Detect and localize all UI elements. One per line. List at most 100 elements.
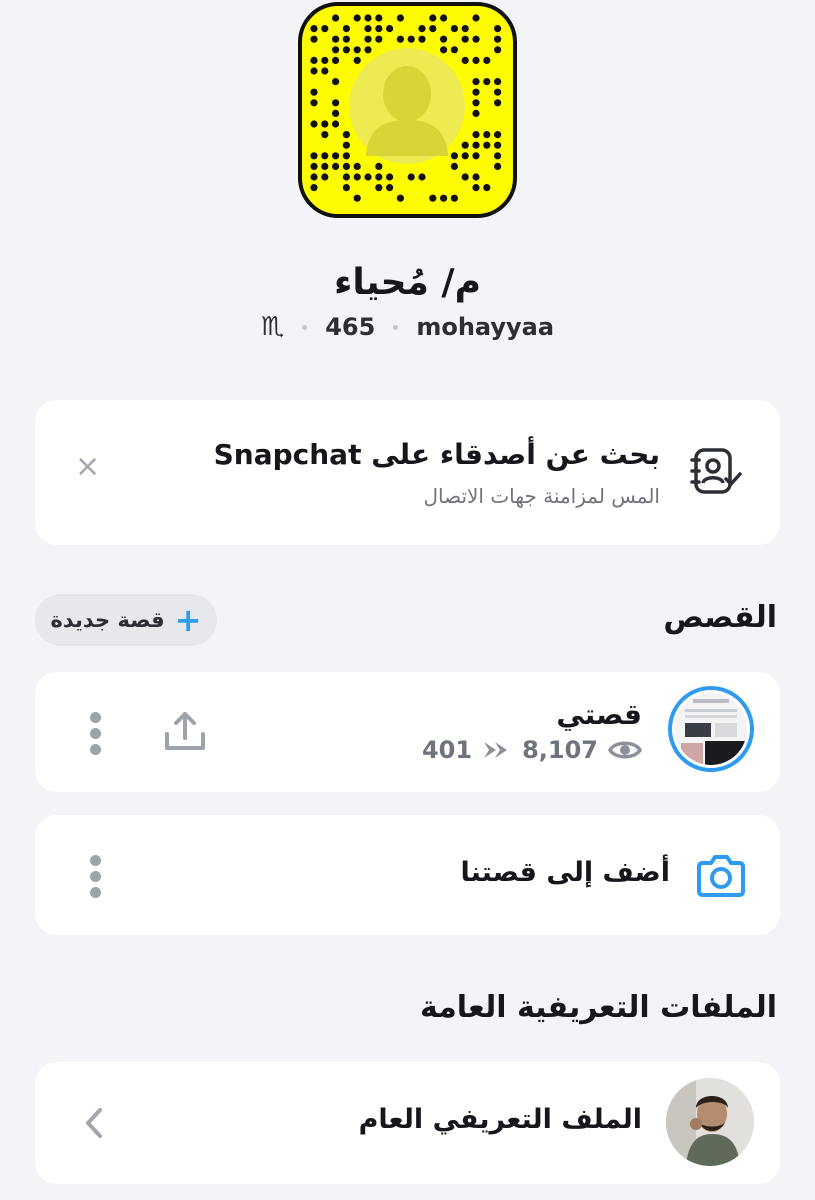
screenshot-arrows-icon (484, 742, 508, 758)
snapcode-dot (494, 35, 502, 43)
plus-icon: + (174, 601, 202, 639)
snapcode-dot (342, 25, 350, 33)
snapcode-dot (472, 184, 480, 192)
new-story-button[interactable]: + قصة جديدة (35, 594, 217, 646)
snapcode-dot (429, 25, 437, 33)
snapcode-dot (494, 162, 502, 170)
snapcode[interactable] (298, 2, 517, 218)
snapcode-dot (483, 184, 491, 192)
snapcode-dot (321, 152, 329, 160)
snapcode-dot (494, 78, 502, 86)
snapcode-dot (450, 152, 458, 160)
snapcode-dot (332, 152, 340, 160)
snapcode-dot (386, 173, 394, 181)
story-stats: 401 8,107 (422, 736, 642, 764)
screenshot-count: 401 (421, 736, 473, 764)
new-story-label: قصة جديدة (50, 608, 165, 632)
snapcode-dot (332, 56, 340, 64)
snapcode-dot (342, 46, 350, 54)
snapcode-dot (310, 67, 318, 75)
my-story-card[interactable]: قصتي 401 8,107 (35, 672, 780, 792)
snapcode-dot (353, 46, 361, 54)
snapcode-dot (310, 88, 318, 96)
snapcode-dot (321, 25, 329, 33)
story-thumbnail-image (675, 693, 747, 765)
snapcode-dot (472, 14, 480, 22)
story-thumbnail[interactable] (668, 686, 754, 772)
snapcode-dot (353, 162, 361, 170)
snapcode-dot (332, 46, 340, 54)
snapcode-dot (472, 131, 480, 139)
snapcode-dot (332, 35, 340, 43)
snapcode-dot (440, 194, 448, 202)
snapcode-dot (450, 162, 458, 170)
snapcode-dot (353, 56, 361, 64)
snapcode-dot (342, 184, 350, 192)
snapcode-dot (396, 14, 404, 22)
snapcode-dot (494, 131, 502, 139)
our-story-more-icon[interactable] (90, 855, 104, 903)
snapcode-dot (461, 152, 469, 160)
snapcode-dot (472, 152, 480, 160)
snapcode-dot (461, 25, 469, 33)
snapcode-dot (472, 35, 480, 43)
snapcode-dot (483, 78, 491, 86)
username[interactable]: mohayyaa (416, 313, 554, 341)
snapcode-dot (461, 173, 469, 181)
snapcode-dot (332, 99, 340, 107)
find-friends-card[interactable]: بحث عن أصدقاء على Snapchat المس لمزامنة … (35, 400, 780, 545)
snapcode-dot (494, 99, 502, 107)
separator-dot (393, 324, 399, 330)
snapcode-dot (461, 35, 469, 43)
snapcode-dot (321, 120, 329, 128)
snapcode-dot (353, 194, 361, 202)
snapcode-dot (321, 173, 329, 181)
snapcode-dot (494, 46, 502, 54)
snapcode-dot (418, 35, 426, 43)
zodiac-icon: ♏ (260, 312, 285, 342)
snapcode-dot (472, 56, 480, 64)
snapcode-dot (321, 56, 329, 64)
my-story-more-icon[interactable] (90, 712, 104, 760)
snapcode-dot (418, 173, 426, 181)
snapcode-dot (310, 152, 318, 160)
snapcode-dot (342, 173, 350, 181)
snap-score[interactable]: 465 (325, 313, 375, 341)
profile-meta: ♏ 465 mohayyaa (0, 312, 815, 342)
add-to-our-story-label: أضف إلى قصتنا (460, 857, 670, 888)
snapcode-dot (332, 14, 340, 22)
snapcode-dot (429, 14, 437, 22)
snapcode-dot (332, 162, 340, 170)
snapcode-dot (364, 173, 372, 181)
snapcode-dot (310, 56, 318, 64)
snapcode-dot (472, 78, 480, 86)
snapcode-dot (450, 194, 458, 202)
snapcode-dot (375, 184, 383, 192)
snapcode-dot (450, 46, 458, 54)
public-profile-card[interactable]: الملف التعريفي العام (35, 1062, 780, 1184)
snapcode-dot (310, 184, 318, 192)
snapcode-dot (494, 88, 502, 96)
snapcode-dot (407, 173, 415, 181)
my-story-title: قصتي (556, 698, 642, 731)
snapcode-dot (472, 173, 480, 181)
eye-icon (608, 741, 642, 759)
chevron-left-icon[interactable] (83, 1106, 105, 1144)
snapcode-dot (472, 88, 480, 96)
dismiss-icon[interactable]: × (75, 452, 100, 482)
snapcode-dot (407, 35, 415, 43)
snapcode-dot (310, 120, 318, 128)
snapcode-dot (440, 46, 448, 54)
snapcode-dot (364, 46, 372, 54)
snapcode-dot (418, 25, 426, 33)
snapcode-dot (310, 173, 318, 181)
share-upload-icon[interactable] (163, 710, 207, 758)
snapcode-dot (321, 67, 329, 75)
snapcode-dot (332, 120, 340, 128)
contacts-sync-icon (690, 445, 742, 497)
separator-dot (302, 324, 308, 330)
add-to-our-story-card[interactable]: أضف إلى قصتنا (35, 815, 780, 935)
snapcode-dot (321, 162, 329, 170)
find-friends-title: بحث عن أصدقاء على Snapchat (213, 438, 660, 471)
display-name: م/ مُحياء (334, 262, 481, 303)
